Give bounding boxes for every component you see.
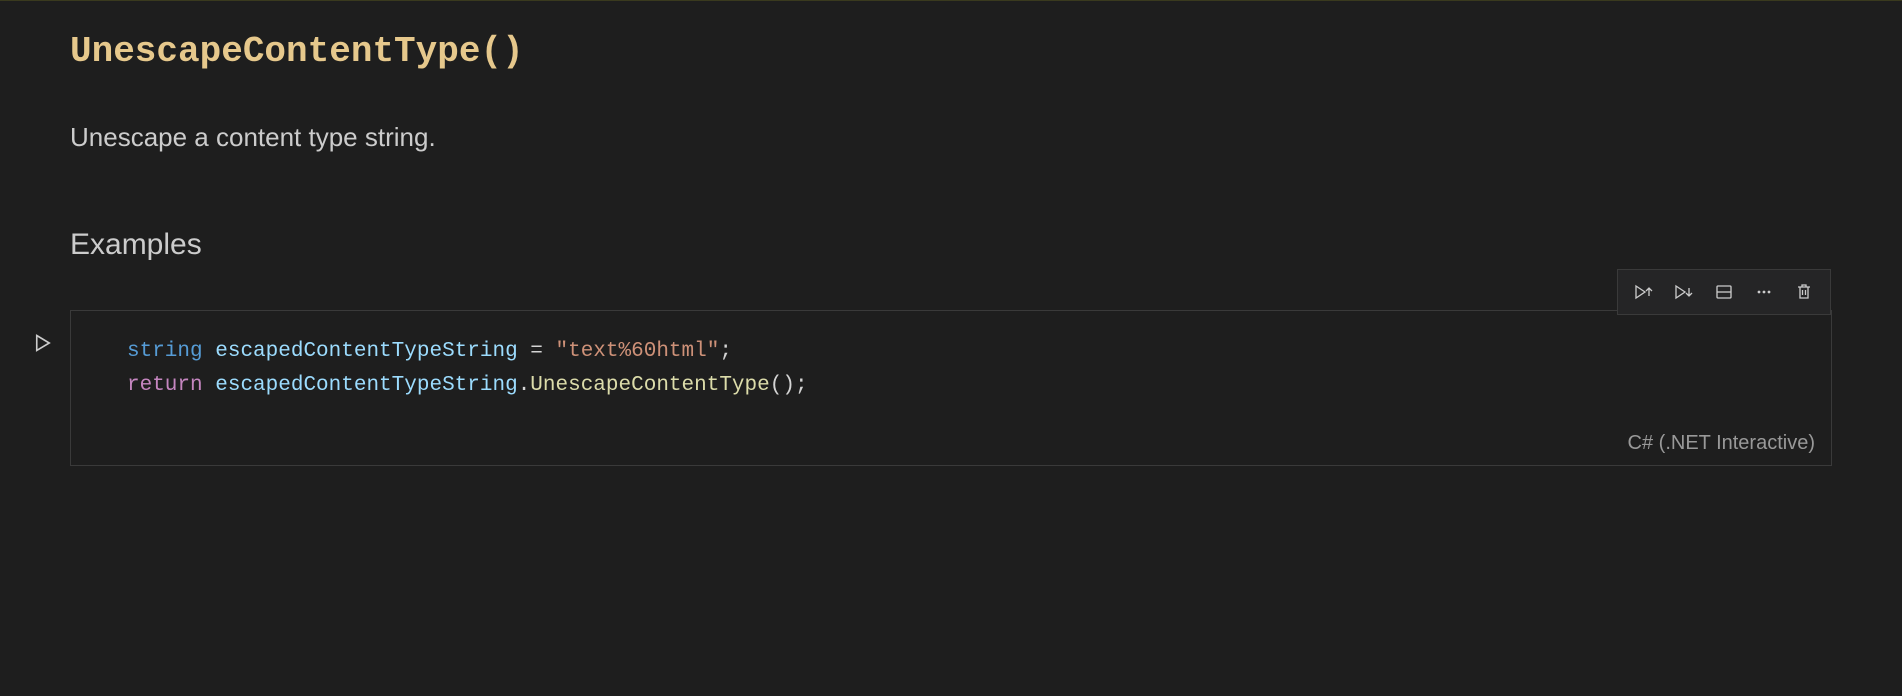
code-line: return escapedContentTypeString.Unescape… — [127, 369, 1775, 403]
play-down-icon — [1674, 282, 1694, 302]
keyword-token: return — [127, 374, 203, 397]
variable-token: escapedContentTypeString — [215, 374, 517, 397]
punct-token: ; — [795, 374, 808, 397]
run-cell-button[interactable] — [25, 325, 61, 361]
execute-above-button[interactable] — [1626, 274, 1662, 310]
code-cell[interactable]: string escapedContentTypeString = "text%… — [70, 310, 1832, 466]
cell-language-label[interactable]: C# (.NET Interactive) — [71, 426, 1831, 465]
method-description: Unescape a content type string. — [70, 122, 1832, 153]
code-line: string escapedContentTypeString = "text%… — [127, 335, 1775, 369]
punct-token: . — [518, 374, 531, 397]
examples-heading: Examples — [70, 228, 1832, 262]
punct-token: ; — [719, 340, 732, 363]
string-token: "text%60html" — [556, 340, 720, 363]
code-editor[interactable]: string escapedContentTypeString = "text%… — [71, 311, 1831, 426]
variable-token: escapedContentTypeString — [215, 340, 517, 363]
notebook-markdown-content: UnescapeContentType() Unescape a content… — [0, 1, 1902, 496]
operator-token: = — [518, 340, 556, 363]
more-actions-button[interactable] — [1746, 274, 1782, 310]
delete-cell-button[interactable] — [1786, 274, 1822, 310]
code-cell-wrapper: string escapedContentTypeString = "text%… — [25, 310, 1832, 466]
keyword-token: string — [127, 340, 203, 363]
cell-toolbar — [1617, 269, 1831, 315]
ellipsis-icon — [1754, 282, 1774, 302]
trash-icon — [1794, 282, 1814, 302]
execute-below-button[interactable] — [1666, 274, 1702, 310]
play-up-icon — [1634, 282, 1654, 302]
split-icon — [1714, 282, 1734, 302]
punct-token: () — [770, 374, 795, 397]
split-cell-button[interactable] — [1706, 274, 1742, 310]
method-title: UnescapeContentType() — [70, 31, 1832, 72]
play-icon — [33, 333, 53, 353]
method-token: UnescapeContentType — [530, 374, 769, 397]
